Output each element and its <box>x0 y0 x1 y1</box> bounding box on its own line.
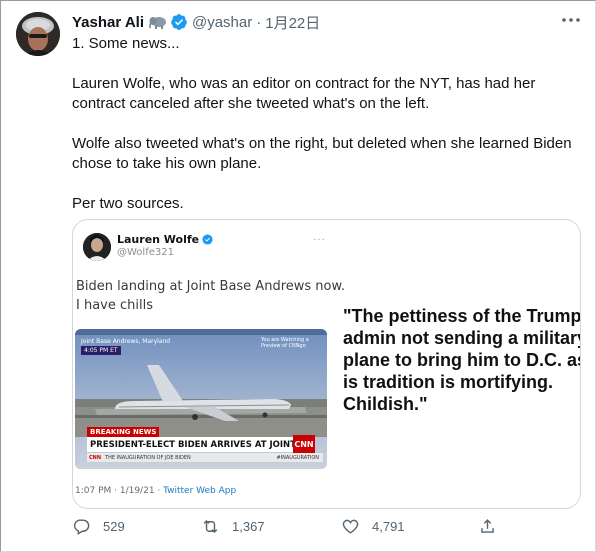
quoted-verified-icon <box>202 234 213 245</box>
reply-icon <box>73 518 90 535</box>
photo-time: 4:05 PM ET <box>81 346 121 355</box>
cnn-logo: CNN <box>293 435 315 453</box>
quoted-text-line: Biden landing at Joint Base Andrews now. <box>76 279 346 294</box>
ticker-text: THE INAUGURATION OF JOE BIDEN <box>105 454 191 461</box>
heart-icon <box>342 519 359 534</box>
quote-line: is tradition is mortifying. <box>343 372 554 392</box>
quoted-more-icon: ··· <box>313 234 326 245</box>
tweet-body: 1. Some news... Lauren Wolfe, who was an… <box>72 34 582 214</box>
like-button[interactable]: 4,791 <box>341 514 405 538</box>
tweet-date[interactable]: 1月22日 <box>265 12 320 33</box>
header-separator: · <box>256 13 262 31</box>
tweet-paragraph: Per two sources. <box>72 195 184 212</box>
tweet-actions: 529 1,367 4,791 <box>72 514 572 538</box>
deleted-tweet-quote: "The pettiness of the Trump admin not se… <box>343 305 581 415</box>
quoted-timestamp: 1:07 PM · 1/19/21 · <box>75 486 164 496</box>
attached-image[interactable]: Lauren Wolfe @Wolfe321 ··· Biden landing… <box>72 219 581 509</box>
author-name[interactable]: Yashar Ali <box>72 14 144 31</box>
quoted-source: Twitter Web App <box>163 486 237 496</box>
photo-ticker: CNN THE INAUGURATION OF JOE BIDEN #INAUG… <box>87 453 323 462</box>
reply-count: 529 <box>103 518 125 534</box>
quote-line: admin not sending a military <box>343 328 581 348</box>
more-dots-icon <box>562 18 580 22</box>
author-avatar[interactable] <box>16 12 60 56</box>
like-count: 4,791 <box>372 518 405 534</box>
tweet-header: Yashar Ali @yashar · 1月22日 <box>72 12 320 32</box>
share-button[interactable] <box>478 514 497 538</box>
share-icon <box>481 518 494 533</box>
reply-button[interactable]: 529 <box>72 514 125 538</box>
verified-badge-icon <box>170 13 188 31</box>
more-options-button[interactable] <box>559 10 583 30</box>
retweet-count: 1,367 <box>232 518 265 534</box>
quoted-text: Biden landing at Joint Base Andrews now.… <box>76 277 345 315</box>
ticker-logo: CNN <box>89 454 102 461</box>
photo-side-note: You are Watching a Preview of CNNgo <box>261 337 309 349</box>
photo-location: Joint Base Andrews, Maryland <box>81 338 171 345</box>
quoted-name-row: Lauren Wolfe <box>117 233 213 246</box>
quote-line: plane to bring him to D.C. as <box>343 350 581 370</box>
photo-headline: PRESIDENT-ELECT BIDEN ARRIVES AT JOINT B… <box>87 437 309 452</box>
news-photo: Joint Base Andrews, Maryland 4:05 PM ET … <box>75 329 327 469</box>
quote-line: "The pettiness of the Trump <box>343 306 581 326</box>
breaking-news-label: BREAKING NEWS <box>87 427 160 437</box>
quoted-text-line: I have chills <box>76 298 153 313</box>
quoted-handle: @Wolfe321 <box>117 247 174 258</box>
elephant-icon <box>149 15 168 29</box>
avatar-photo <box>16 12 60 56</box>
quote-line: Childish." <box>343 394 428 414</box>
quoted-name: Lauren Wolfe <box>117 233 200 246</box>
retweet-icon <box>203 519 218 533</box>
tweet-paragraph: Wolfe also tweeted what's on the right, … <box>72 135 572 172</box>
tweet-paragraph: 1. Some news... <box>72 35 180 52</box>
retweet-button[interactable]: 1,367 <box>201 514 265 538</box>
author-handle[interactable]: @yashar <box>192 14 252 31</box>
quoted-avatar <box>83 233 111 261</box>
quoted-meta: 1:07 PM · 1/19/21 · Twitter Web App <box>75 486 236 496</box>
tweet-paragraph: Lauren Wolfe, who was an editor on contr… <box>72 75 536 112</box>
ticker-tag: #INAUGURATION <box>276 454 319 461</box>
